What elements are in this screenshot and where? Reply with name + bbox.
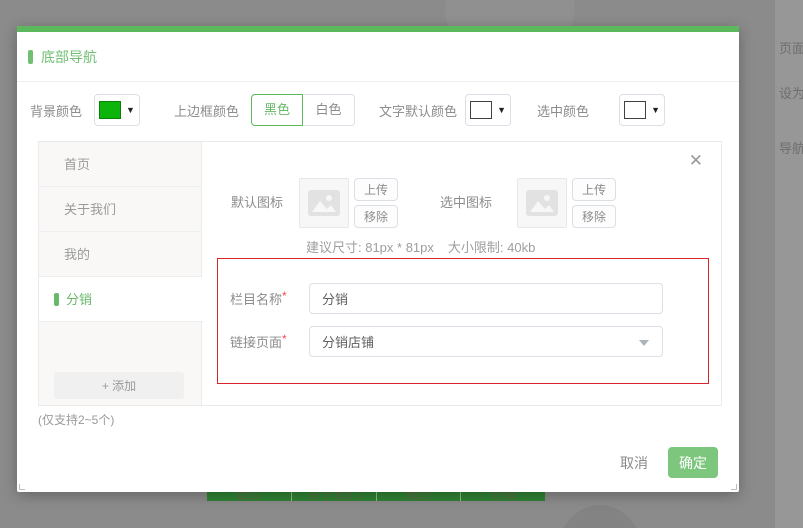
link-page-value: 分销店铺 — [322, 335, 375, 350]
confirm-button[interactable]: 确定 — [668, 447, 718, 478]
default-remove-button[interactable]: 移除 — [354, 205, 399, 228]
required-asterisk: * — [282, 289, 287, 303]
default-icon-label: 默认图标 — [231, 195, 284, 210]
tab-distribution[interactable]: 分销 — [39, 277, 203, 322]
active-tab-pill-icon — [54, 292, 59, 306]
background-label: 设为 — [779, 86, 803, 101]
background-side-panel: 页面 设为 导航 — [775, 0, 803, 528]
selected-icon-actions: 上传 移除 — [572, 178, 617, 228]
chevron-down-icon: ▼ — [126, 104, 135, 115]
size-hint: 建议尺寸: 81px * 81px 大小限制: 40kb — [306, 237, 549, 256]
border-color-option-black[interactable]: 黑色 — [251, 94, 304, 126]
text-color-label: 文字默认颜色 — [379, 103, 458, 119]
dialog-title: 底部导航 — [41, 48, 97, 65]
color-settings-row: 背景颜色 ▼ 上边框颜色 黑色 白色 文字默认颜色 ▼ 选中颜色 ▼ — [30, 90, 726, 130]
tab-mine[interactable]: 我的 — [39, 232, 201, 277]
chevron-down-icon: ▼ — [497, 104, 506, 115]
dialog-footer: 取消 确定 — [620, 447, 718, 478]
column-name-input[interactable] — [309, 283, 663, 314]
size-hint-limit: 大小限制: 40kb — [447, 240, 536, 255]
default-upload-button[interactable]: 上传 — [354, 178, 399, 201]
border-color-label: 上边框颜色 — [174, 103, 240, 119]
chevron-down-icon: ▼ — [651, 104, 661, 115]
link-form-row: 链接页面* 分销店铺 — [230, 326, 663, 357]
bg-color-label: 背景颜色 — [30, 103, 83, 119]
tabs-filler: + 添加 — [39, 322, 201, 405]
selected-remove-button[interactable]: 移除 — [572, 205, 617, 228]
background-label: 导航 — [779, 141, 803, 156]
link-label: 链接页面* — [230, 332, 287, 350]
cancel-button[interactable]: 取消 — [620, 453, 648, 473]
image-placeholder-icon — [308, 190, 341, 216]
border-color-option-white[interactable]: 白色 — [303, 94, 356, 126]
selected-icon-placeholder[interactable] — [517, 178, 568, 228]
selected-icon-label: 选中图标 — [440, 195, 493, 210]
bottom-nav-settings-dialog: 底部导航 背景颜色 ▼ 上边框颜色 黑色 白色 文字默认颜色 ▼ 选中颜色 ▼ … — [17, 26, 739, 492]
text-color-swatch — [470, 101, 493, 119]
resize-corner-icon — [19, 484, 25, 490]
bg-color-picker[interactable]: ▼ — [94, 94, 141, 126]
default-icon-placeholder[interactable] — [299, 178, 350, 228]
close-icon[interactable]: ✕ — [689, 152, 703, 169]
active-color-picker[interactable]: ▼ — [619, 94, 666, 126]
tabs-count-note: (仅支持2~5个) — [38, 413, 115, 427]
title-pill-icon — [28, 49, 33, 64]
tab-home[interactable]: 首页 — [39, 142, 201, 187]
link-page-select[interactable]: 分销店铺 — [309, 326, 663, 357]
tab-edit-area: ✕ 默认图标 上传 移除 选中图标 上传 移除 建议尺寸: 81px * 81p… — [202, 142, 721, 405]
bg-color-swatch — [99, 101, 122, 119]
active-color-label: 选中颜色 — [537, 103, 590, 119]
resize-corner-icon — [731, 484, 737, 490]
select-caret-icon — [639, 340, 649, 346]
active-tab-label: 分销 — [66, 291, 93, 307]
nav-items-panel: 首页 关于我们 我的 分销 + 添加 ✕ 默认图标 上传 移除 选中图标 上传 … — [38, 141, 722, 406]
name-label: 栏目名称* — [230, 289, 287, 307]
image-placeholder-icon — [526, 190, 559, 216]
nav-tabs-column: 首页 关于我们 我的 分销 + 添加 — [39, 142, 203, 405]
default-icon-actions: 上传 移除 — [354, 178, 399, 228]
dialog-header: 底部导航 — [17, 32, 739, 82]
size-hint-dimensions: 建议尺寸: 81px * 81px — [306, 240, 434, 255]
add-tab-button[interactable]: + 添加 — [54, 372, 184, 399]
background-label: 页面 — [779, 41, 803, 56]
icon-upload-row: 默认图标 上传 移除 选中图标 上传 移除 — [231, 178, 617, 228]
tab-about[interactable]: 关于我们 — [39, 187, 201, 232]
name-form-row: 栏目名称* — [230, 283, 663, 314]
text-color-picker[interactable]: ▼ — [465, 94, 512, 126]
border-color-options: 黑色 白色 — [251, 94, 356, 126]
highlighted-form-section: 栏目名称* 链接页面* 分销店铺 — [217, 258, 709, 384]
active-color-swatch — [624, 101, 647, 119]
selected-upload-button[interactable]: 上传 — [572, 178, 617, 201]
background-circle — [560, 505, 640, 528]
required-asterisk: * — [282, 332, 287, 346]
